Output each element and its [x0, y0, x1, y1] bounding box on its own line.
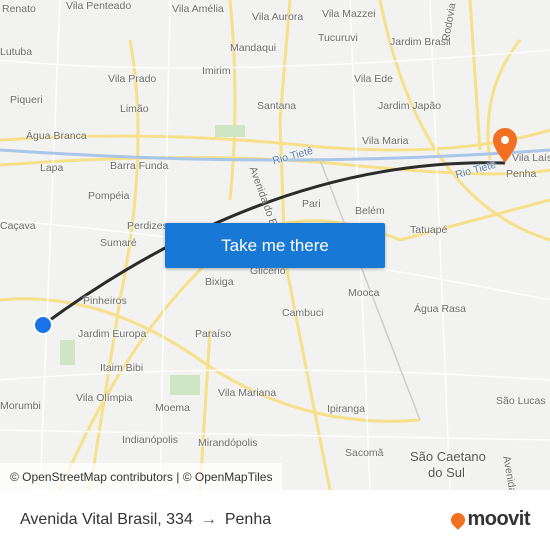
place-label: Imirim: [202, 65, 231, 77]
place-label: Moema: [155, 402, 191, 414]
place-label: Vila Prado: [108, 73, 157, 85]
place-label: Pari: [302, 198, 321, 210]
place-label: Vila Ede: [354, 73, 393, 85]
map-attribution[interactable]: © OpenStreetMap contributors | © OpenMap…: [0, 463, 283, 490]
place-label: Vila Mazzei: [322, 8, 376, 20]
place-label: Itaim Bibi: [100, 362, 144, 374]
place-label: Santana: [257, 100, 297, 112]
place-label: Tatuapé: [410, 224, 448, 236]
place-label: Barra Funda: [110, 160, 169, 172]
place-label: Bixiga: [205, 276, 234, 288]
place-label: Mooca: [348, 287, 380, 299]
origin-marker[interactable]: [33, 315, 53, 335]
arrow-right-icon: →: [200, 511, 217, 528]
place-label: Vila Aurora: [252, 11, 304, 23]
place-label: Limão: [120, 103, 149, 115]
place-label: Sacomã: [345, 447, 384, 459]
place-label: Vila Olímpia: [76, 392, 133, 404]
place-label: do Sul: [428, 465, 465, 480]
place-label: Jardim Europa: [78, 328, 147, 340]
place-label: Vila Laís: [512, 152, 550, 164]
moovit-logo-text: moovit: [467, 508, 530, 530]
place-label: Água Rasa: [414, 303, 466, 315]
place-label: Renato: [2, 3, 36, 15]
place-label: Lapa: [40, 162, 64, 174]
place-label: Caçava: [0, 220, 36, 232]
place-label: Belém: [355, 205, 385, 217]
place-label: Jardim Japão: [378, 100, 442, 112]
place-label: Mirandópolis: [198, 437, 258, 449]
origin-label: Avenida Vital Brasil, 334: [20, 511, 193, 528]
place-label: São Caetano: [410, 449, 486, 464]
place-label: Piqueri: [10, 94, 43, 106]
place-label: Vila Penteado: [66, 0, 132, 12]
place-label: Vila Maria: [362, 135, 409, 147]
place-label: Mandaqui: [230, 42, 277, 54]
place-label: Vila Mariana: [218, 387, 277, 399]
place-label: Vila Amélia: [172, 3, 224, 15]
place-label: Lutuba: [0, 46, 33, 58]
place-label: Água Branca: [26, 130, 87, 142]
place-label: Perdizes: [127, 220, 168, 232]
moovit-logo[interactable]: moovit: [448, 508, 530, 531]
destination-label: Penha: [224, 511, 272, 528]
place-label: Sumaré: [100, 237, 137, 249]
take-me-there-button[interactable]: Take me there: [165, 223, 385, 268]
moovit-pin-icon: [448, 509, 469, 530]
place-label: Pompéia: [88, 190, 130, 202]
place-label: Penha: [506, 168, 537, 180]
place-label: Tucuruvi: [318, 32, 358, 44]
place-label: São Lucas: [496, 395, 546, 407]
map[interactable]: Renato Vila Penteado Vila Amélia Vila Auror…: [0, 0, 550, 490]
place-label: Ipiranga: [327, 403, 365, 415]
place-label: Paraíso: [195, 328, 232, 340]
place-label: Cambuci: [282, 307, 324, 319]
place-label: Morumbi: [0, 400, 41, 412]
place-label: Pinheiros: [83, 295, 127, 307]
place-label: Indianópolis: [122, 434, 179, 446]
